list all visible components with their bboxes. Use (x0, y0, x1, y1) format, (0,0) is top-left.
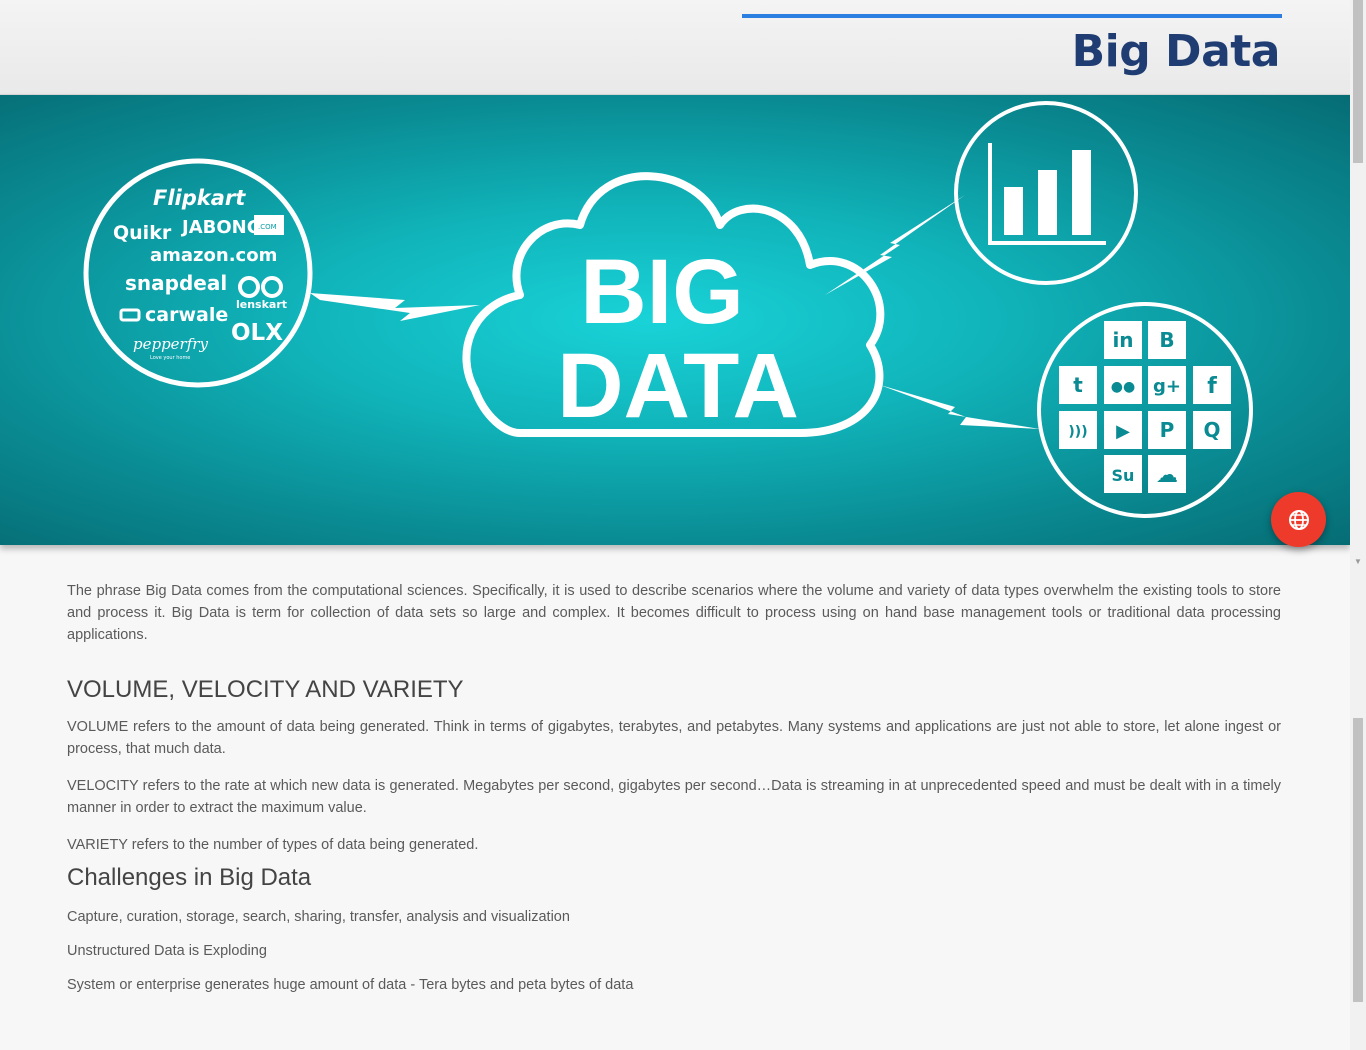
challenge-item: System or enterprise generates huge amou… (67, 977, 634, 993)
svg-text:●●: ●● (1111, 379, 1135, 395)
brands-circle: Flipkart Quikr JABONG .COM amazon.com sn… (83, 158, 313, 388)
article-content: The phrase Big Data comes from the compu… (67, 580, 1281, 1003)
blogger-icon: B (1148, 321, 1186, 359)
pinterest-icon: P (1148, 411, 1186, 449)
svg-text:☁: ☁ (1156, 463, 1178, 488)
brand-jabong: JABONG (180, 217, 262, 238)
lightning-left-icon (310, 293, 480, 321)
svg-text:g+: g+ (1153, 376, 1181, 397)
section-vvv: VOLUME, VELOCITY AND VARIETY VOLUME refe… (67, 676, 1281, 856)
scrollbar-thumb-top[interactable] (1353, 0, 1363, 163)
brand-flipkart: Flipkart (153, 186, 246, 210)
cloud-text-big: BIG (580, 241, 744, 343)
flickr-icon: ●● (1104, 366, 1142, 404)
svg-text:▶: ▶ (1116, 421, 1130, 442)
svg-text:Su: Su (1112, 466, 1135, 485)
svg-text:t: t (1073, 373, 1083, 397)
big-data-cloud: BIG DATA (462, 172, 885, 437)
brand-amazon: amazon.com (150, 245, 277, 266)
page-title: Big Data (1071, 26, 1281, 77)
stumbleupon-icon: Su (1104, 455, 1142, 493)
velocity-paragraph: VELOCITY refers to the rate at which new… (67, 778, 1281, 816)
svg-text:f: f (1207, 374, 1217, 399)
scroll-down-arrow-icon[interactable]: ▼ (1354, 557, 1362, 566)
lightning-top-right-icon (825, 195, 965, 295)
quora-icon: Q (1193, 411, 1231, 449)
section-challenges: Challenges in Big Data Capture, curation… (67, 864, 1281, 996)
social-media-circle: in B t ●● g+ f ))) ▶ P Q Su ☁ (1037, 302, 1253, 518)
facebook-icon: f (1193, 366, 1231, 404)
brand-jabong-com: .COM (258, 223, 277, 231)
svg-text:))): ))) (1068, 424, 1087, 440)
soundcloud-icon: ☁ (1148, 455, 1186, 493)
cloud-text-data: DATA (557, 335, 799, 437)
google-plus-icon: g+ (1148, 366, 1186, 404)
svg-text:Q: Q (1203, 418, 1220, 442)
challenge-item: Capture, curation, storage, search, shar… (67, 909, 570, 925)
carwale-icon (119, 308, 141, 322)
linkedin-icon: in (1104, 321, 1142, 359)
lightning-bottom-right-icon (880, 385, 1040, 429)
page-scrollbar[interactable]: ▼ (1350, 0, 1366, 1050)
bar-chart-circle (954, 101, 1138, 285)
hero-banner-image: Flipkart Quikr JABONG .COM amazon.com sn… (0, 95, 1350, 545)
globe-icon (1288, 509, 1309, 530)
translate-fab-button[interactable] (1271, 492, 1326, 547)
rss-icon: ))) (1059, 411, 1097, 449)
brand-carwale: carwale (145, 304, 228, 326)
title-accent-line (742, 14, 1282, 18)
variety-paragraph: VARIETY refers to the number of types of… (67, 837, 479, 853)
brand-quikr: Quikr (113, 222, 172, 244)
brand-olx: OLX (231, 320, 283, 346)
twitter-icon: t (1059, 366, 1097, 404)
section-heading-challenges: Challenges in Big Data (67, 864, 312, 891)
intro-paragraph: The phrase Big Data comes from the compu… (67, 583, 1281, 643)
lenskart-glasses-icon (238, 276, 283, 298)
scrollbar-thumb-bottom[interactable] (1353, 718, 1363, 1002)
svg-text:B: B (1159, 328, 1174, 352)
brand-lenskart: lenskart (236, 298, 287, 311)
volume-paragraph: VOLUME refers to the amount of data bein… (67, 719, 1281, 757)
section-heading-vvv: VOLUME, VELOCITY AND VARIETY (67, 676, 464, 703)
page-header: Big Data (0, 0, 1350, 95)
youtube-icon: ▶ (1104, 411, 1142, 449)
brand-pepperfry-tagline: Love your home (150, 355, 190, 361)
svg-text:in: in (1112, 328, 1133, 352)
brand-pepperfry: pepperfry (133, 335, 208, 353)
svg-text:P: P (1160, 418, 1175, 442)
challenge-item: Unstructured Data is Exploding (67, 943, 267, 959)
brand-snapdeal: snapdeal (125, 271, 227, 295)
bar-chart-icon (988, 143, 1106, 245)
big-data-illustration: Flipkart Quikr JABONG .COM amazon.com sn… (83, 101, 1253, 518)
